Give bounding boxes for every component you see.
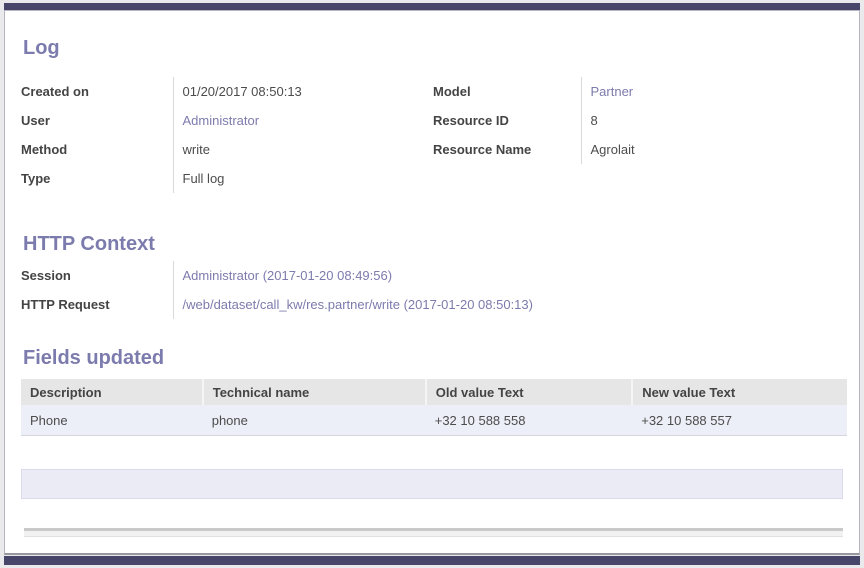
session-link[interactable]: Administrator (2017-01-20 08:49:56): [183, 268, 393, 283]
log-fields-right-group: Model Partner Resource ID 8 Resource Nam…: [429, 77, 843, 164]
model-label: Model: [429, 77, 581, 106]
field-row-session: Session Administrator (2017-01-20 08:49:…: [17, 261, 843, 290]
bottom-accent-bar: [4, 556, 860, 565]
type-label: Type: [17, 164, 173, 193]
cell-technical-name: phone: [203, 405, 426, 436]
method-label: Method: [17, 135, 173, 164]
method-value: write: [173, 135, 429, 164]
resource-name-value: Agrolait: [581, 135, 843, 164]
section-title-http-context: HTTP Context: [23, 233, 843, 255]
section-title-fields-updated: Fields updated: [23, 347, 843, 369]
http-context-group: Session Administrator (2017-01-20 08:49:…: [17, 261, 843, 319]
created-on-label: Created on: [17, 77, 173, 106]
field-row-resource-name: Resource Name Agrolait: [429, 135, 843, 164]
column-header-new-value[interactable]: New value Text: [632, 379, 847, 405]
field-row-user: User Administrator: [17, 106, 429, 135]
type-value: Full log: [173, 164, 429, 193]
field-row-method: Method write: [17, 135, 429, 164]
log-fields-left-group: Created on 01/20/2017 08:50:13 User Admi…: [17, 77, 429, 193]
section-title-log: Log: [23, 37, 843, 59]
log-field-columns: Created on 01/20/2017 08:50:13 User Admi…: [17, 77, 843, 193]
http-request-label: HTTP Request: [17, 290, 173, 319]
resource-id-value: 8: [581, 106, 843, 135]
cell-description: Phone: [21, 405, 203, 436]
column-header-technical-name[interactable]: Technical name: [203, 379, 426, 405]
user-link[interactable]: Administrator: [183, 113, 260, 128]
field-row-model: Model Partner: [429, 77, 843, 106]
http-request-link[interactable]: /web/dataset/call_kw/res.partner/write (…: [183, 297, 533, 312]
resource-id-label: Resource ID: [429, 106, 581, 135]
log-form-panel: Log Created on 01/20/2017 08:50:13 User …: [4, 10, 860, 555]
model-link[interactable]: Partner: [591, 84, 634, 99]
log-fields-left-column: Created on 01/20/2017 08:50:13 User Admi…: [17, 77, 429, 193]
divider-bar-light: [24, 531, 843, 537]
empty-section-strip: [21, 469, 843, 499]
http-context-column: Session Administrator (2017-01-20 08:49:…: [17, 261, 843, 319]
top-accent-bar: [4, 3, 860, 10]
field-row-type: Type Full log: [17, 164, 429, 193]
fields-updated-table: Description Technical name Old value Tex…: [21, 379, 847, 436]
field-row-resource-id: Resource ID 8: [429, 106, 843, 135]
table-header-row: Description Technical name Old value Tex…: [21, 379, 847, 405]
cell-new-value: +32 10 588 557: [632, 405, 847, 436]
column-header-description[interactable]: Description: [21, 379, 203, 405]
field-row-http-request: HTTP Request /web/dataset/call_kw/res.pa…: [17, 290, 843, 319]
column-header-old-value[interactable]: Old value Text: [426, 379, 633, 405]
table-row-phone[interactable]: Phone phone +32 10 588 558 +32 10 588 55…: [21, 405, 847, 436]
form-content: Log Created on 01/20/2017 08:50:13 User …: [5, 11, 859, 537]
log-fields-right-column: Model Partner Resource ID 8 Resource Nam…: [429, 77, 843, 193]
resource-name-label: Resource Name: [429, 135, 581, 164]
field-row-created-on: Created on 01/20/2017 08:50:13: [17, 77, 429, 106]
session-label: Session: [17, 261, 173, 290]
user-label: User: [17, 106, 173, 135]
created-on-value: 01/20/2017 08:50:13: [173, 77, 429, 106]
http-context-columns: Session Administrator (2017-01-20 08:49:…: [17, 261, 843, 319]
cell-old-value: +32 10 588 558: [426, 405, 633, 436]
